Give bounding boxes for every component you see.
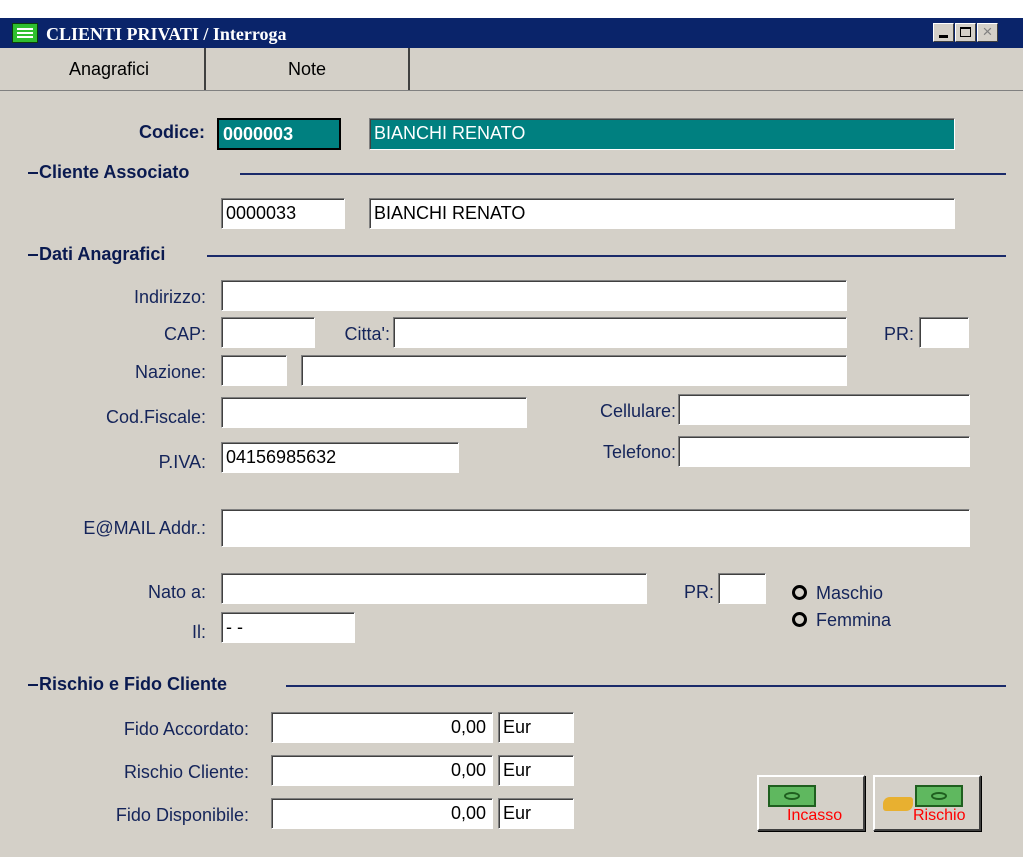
rischio-cliente-field[interactable]: 0,00 (271, 755, 493, 786)
client-window: CLIENTI PRIVATI / Interroga × Anagrafici… (0, 18, 1023, 857)
nazione-label: Nazione: (134, 362, 206, 382)
associato-code-field[interactable]: 0000033 (221, 198, 345, 229)
cliente-associato-title: Cliente Associato (28, 162, 189, 183)
minimize-button[interactable] (933, 23, 954, 42)
maximize-icon (960, 27, 971, 37)
radio-maschio[interactable]: Maschio (792, 583, 883, 604)
pr2-label: PR: (683, 582, 714, 602)
codice-field[interactable]: 0000003 (217, 118, 341, 150)
radio-maschio-icon (792, 585, 807, 600)
associato-name-field[interactable]: BIANCHI RENATO (369, 198, 955, 229)
rischio-cliente-currency[interactable]: Eur (498, 755, 574, 786)
money-icon (768, 785, 816, 807)
tab-bar: Anagrafici Note (0, 48, 1023, 91)
section-rule (286, 685, 1006, 687)
incasso-button[interactable]: Incasso (757, 775, 865, 831)
maximize-button[interactable] (955, 23, 976, 42)
nato-label: Nato a: (147, 582, 206, 602)
telefono-label: Telefono: (602, 442, 676, 462)
piva-field[interactable]: 04156985632 (221, 442, 459, 473)
piva-label: P.IVA: (158, 452, 206, 472)
section-rule (240, 173, 1006, 175)
nato-field[interactable] (221, 573, 647, 604)
minimize-icon (939, 35, 948, 38)
tab-anagrafici[interactable]: Anagrafici (14, 48, 206, 90)
tab-note[interactable]: Note (206, 48, 410, 90)
title-bar[interactable]: CLIENTI PRIVATI / Interroga × (0, 18, 1023, 48)
close-icon: × (982, 22, 993, 41)
codice-label: Codice: (138, 122, 205, 142)
radio-femmina-icon (792, 612, 807, 627)
rischio-button[interactable]: Rischio (873, 775, 981, 831)
indirizzo-label: Indirizzo: (133, 287, 206, 307)
il-field[interactable]: - - (221, 612, 355, 643)
codfiscale-label: Cod.Fiscale: (105, 407, 206, 427)
fido-accordato-label: Fido Accordato: (123, 719, 249, 739)
fido-accordato-currency[interactable]: Eur (498, 712, 574, 743)
telefono-field[interactable] (678, 436, 970, 467)
fido-disponibile-field[interactable]: 0,00 (271, 798, 493, 829)
codice-name-field[interactable]: BIANCHI RENATO (369, 118, 955, 150)
hand-icon (883, 797, 913, 811)
pr-field[interactable] (919, 317, 969, 348)
app-icon[interactable] (12, 23, 38, 43)
cap-field[interactable] (221, 317, 315, 348)
money-icon (915, 785, 963, 807)
incasso-label: Incasso (787, 807, 843, 824)
citta-field[interactable] (393, 317, 847, 348)
close-button[interactable]: × (977, 22, 998, 42)
nazione-code-field[interactable] (221, 355, 287, 386)
section-rule (207, 255, 1006, 257)
il-label: Il: (191, 622, 206, 642)
codfiscale-field[interactable] (221, 397, 527, 428)
rischio-label: Rischio (913, 807, 966, 824)
cap-label: CAP: (163, 324, 206, 344)
cellulare-label: Cellulare: (599, 401, 676, 421)
window-title: CLIENTI PRIVATI / Interroga (46, 24, 287, 44)
rischio-title: Rischio e Fido Cliente (28, 674, 227, 695)
fido-accordato-field[interactable]: 0,00 (271, 712, 493, 743)
cellulare-field[interactable] (678, 394, 970, 425)
pr-label: PR: (883, 324, 914, 344)
radio-femmina[interactable]: Femmina (792, 610, 891, 631)
email-field[interactable] (221, 509, 970, 547)
fido-disponibile-label: Fido Disponibile: (115, 805, 249, 825)
dati-anagrafici-title: Dati Anagrafici (28, 244, 165, 265)
email-label: E@MAIL Addr.: (83, 518, 206, 538)
citta-label: Citta': (344, 324, 390, 344)
pr2-field[interactable] (718, 573, 766, 604)
rischio-cliente-label: Rischio Cliente: (123, 762, 249, 782)
nazione-name-field[interactable] (301, 355, 847, 386)
fido-disponibile-currency[interactable]: Eur (498, 798, 574, 829)
indirizzo-field[interactable] (221, 280, 847, 311)
